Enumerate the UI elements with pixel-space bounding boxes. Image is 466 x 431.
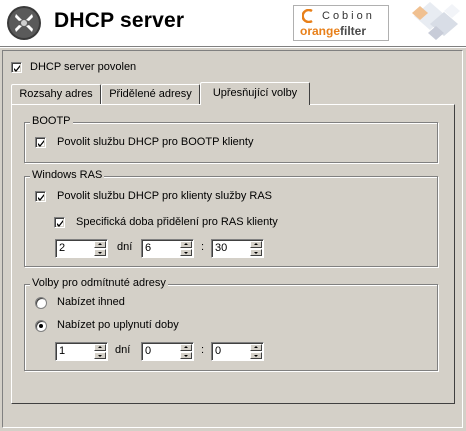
declined-days-value: 1	[59, 345, 66, 357]
radio-selected-dot	[39, 324, 43, 328]
declined-minutes-spinner[interactable]: 0	[211, 342, 264, 361]
ras-hours-value: 6	[145, 242, 152, 254]
dhcp-enable-label[interactable]: DHCP server povolen	[30, 61, 136, 73]
ras-specific-label[interactable]: Specifická doba přidělení pro RAS klient…	[76, 216, 278, 228]
tab-advanced-options[interactable]: Upřesňující volby	[200, 82, 310, 105]
tab-address-ranges[interactable]: Rozsahy adres	[11, 84, 101, 104]
ras-days-down-button[interactable]	[94, 249, 106, 256]
offer-after-delay-label[interactable]: Nabízet po uplynutí doby	[57, 319, 179, 331]
declined-days-label: dní	[115, 344, 131, 356]
ras-days-spinner[interactable]: 2	[55, 239, 108, 258]
brand-name: Cobion	[322, 10, 375, 22]
offer-after-delay-radio[interactable]	[35, 320, 47, 332]
header-divider-highlight	[0, 47, 466, 48]
declined-minutes-up-button[interactable]	[250, 344, 262, 351]
ras-enable-checkbox[interactable]	[35, 191, 46, 202]
declined-hours-up-button[interactable]	[180, 344, 192, 351]
declined-days-spinner[interactable]: 1	[55, 342, 108, 361]
ras-minutes-down-button[interactable]	[250, 249, 262, 256]
ras-minutes-spinner[interactable]: 30	[211, 239, 264, 258]
declined-time-separator: :	[201, 344, 205, 356]
ras-hours-down-button[interactable]	[180, 249, 192, 256]
cobion-logo-icon	[301, 8, 316, 24]
cobion-logo: Cobion orangefilter	[293, 5, 389, 41]
bootp-checkbox[interactable]	[35, 137, 46, 148]
ras-days-label: dní	[117, 241, 133, 253]
declined-hours-spinner[interactable]: 0	[141, 342, 194, 361]
ras-specific-checkbox[interactable]	[54, 217, 65, 228]
brand-product: orangefilter	[300, 24, 367, 38]
ras-days-up-button[interactable]	[94, 241, 106, 248]
offer-immediately-radio[interactable]	[35, 297, 47, 309]
ras-days-value: 2	[59, 242, 66, 254]
ras-time-separator: :	[201, 241, 205, 253]
page-title: DHCP server	[54, 9, 185, 32]
declined-hours-down-button[interactable]	[180, 352, 192, 359]
ras-hours-up-button[interactable]	[180, 241, 192, 248]
ras-minutes-value: 30	[215, 242, 228, 254]
offer-immediately-label[interactable]: Nabízet ihned	[57, 296, 125, 308]
ras-group-title: Windows RAS	[30, 169, 105, 181]
declined-days-down-button[interactable]	[94, 352, 106, 359]
declined-minutes-value: 0	[215, 345, 222, 357]
declined-days-up-button[interactable]	[94, 344, 106, 351]
declined-hours-value: 0	[145, 345, 152, 357]
ras-minutes-up-button[interactable]	[250, 241, 262, 248]
ras-enable-label[interactable]: Povolit službu DHCP pro klienty služby R…	[57, 190, 272, 202]
declined-minutes-down-button[interactable]	[250, 352, 262, 359]
decorative-diamonds	[396, 2, 464, 46]
tab-assigned-addresses[interactable]: Přidělené adresy	[101, 84, 200, 104]
dhcp-enable-checkbox[interactable]	[11, 62, 22, 73]
ras-hours-spinner[interactable]: 6	[141, 239, 194, 258]
bootp-group-title: BOOTP	[30, 115, 73, 127]
declined-group-title: Volby pro odmítnuté adresy	[30, 277, 168, 289]
dhcp-server-icon	[6, 5, 42, 41]
bootp-label[interactable]: Povolit službu DHCP pro BOOTP klienty	[57, 136, 253, 148]
